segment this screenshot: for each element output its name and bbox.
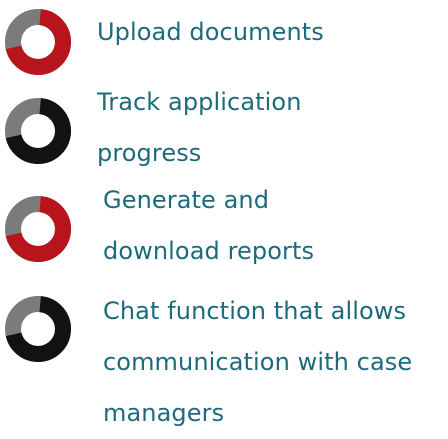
feature-label-line: progress	[97, 139, 202, 167]
donut-ring-icon	[5, 196, 71, 262]
feature-label-line: download reports	[103, 237, 315, 265]
donut-ring-icon	[5, 98, 71, 164]
feature-label-line: Generate and	[103, 186, 270, 214]
donut-ring-icon	[5, 8, 71, 75]
donut-ring-icon	[5, 296, 71, 362]
feature-label-line: Chat function that allows	[103, 297, 407, 325]
feature-label: Upload documents	[97, 7, 324, 58]
feature-label-line: communication with case	[103, 348, 413, 376]
feature-label: Chat function that allows communication …	[103, 286, 412, 439]
feature-label-line: Upload documents	[97, 18, 324, 46]
feature-label-line: Track application	[97, 88, 302, 116]
feature-label: Track application progress	[97, 77, 302, 179]
feature-label: Generate and download reports	[103, 175, 314, 277]
